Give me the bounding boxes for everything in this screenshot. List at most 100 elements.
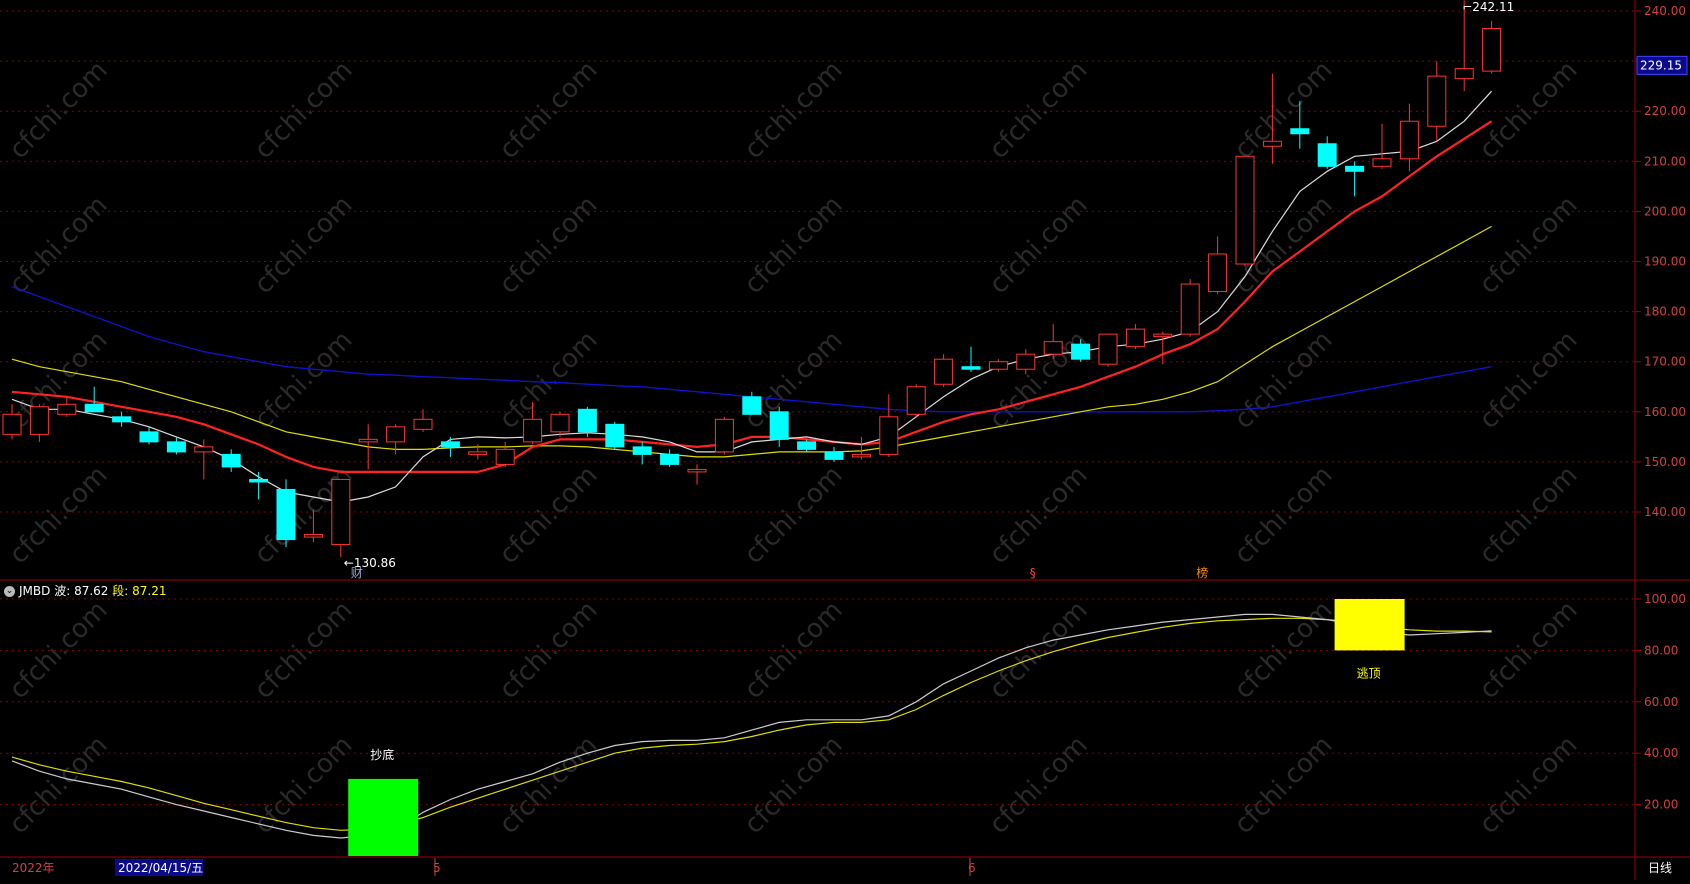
candle-up xyxy=(550,413,570,433)
candle-up xyxy=(358,438,378,443)
month-6-label: 6 xyxy=(968,861,976,875)
watermark-text: cfchi.com xyxy=(984,730,1094,840)
bang-mark: 榜 xyxy=(1196,565,1208,580)
watermark-text: cfchi.com xyxy=(249,325,359,435)
candle-down xyxy=(84,403,104,413)
watermark-text: cfchi.com xyxy=(984,460,1094,570)
candle-down xyxy=(1345,165,1365,172)
candle-up xyxy=(1208,253,1228,293)
segment-value: 87.21 xyxy=(132,584,167,598)
indicator-header: ⌄ JMBD 波: 87.62 段: 87.21 xyxy=(4,582,167,599)
cursor-date-label: 2022/04/15/五 xyxy=(118,861,203,875)
watermark-text: cfchi.com xyxy=(1229,325,1339,435)
price-tick-label: 200.00 xyxy=(1644,204,1686,218)
bottom-signal-block xyxy=(348,778,419,856)
candle-up xyxy=(879,416,899,455)
candle-up xyxy=(1454,68,1474,80)
candle-up xyxy=(1016,353,1036,370)
indicator-name: JMBD xyxy=(19,584,51,598)
stock-chart-window: cfchi.com cfchi.com cfchi.com cfchi.com cfch… xyxy=(0,0,1690,880)
watermark-text: cfchi.com xyxy=(4,460,114,570)
chart-canvas[interactable]: cfchi.com cfchi.com cfchi.com cfchi.com cfch… xyxy=(0,0,1690,880)
candle-down xyxy=(797,441,817,450)
watermark-text: cfchi.com xyxy=(984,55,1094,165)
candle-down xyxy=(276,488,296,541)
indicator-tick-label: 40.00 xyxy=(1644,746,1678,760)
watermark-text: cfchi.com xyxy=(4,55,114,165)
candle-down xyxy=(1071,343,1091,360)
top-signal-block xyxy=(1334,599,1405,651)
indicator-tick-label: 20.00 xyxy=(1644,798,1678,812)
candle-up xyxy=(1482,28,1502,72)
price-tick-label: 180.00 xyxy=(1644,305,1686,319)
watermark-text: cfchi.com xyxy=(739,325,849,435)
dollar-mark: § xyxy=(1030,566,1036,580)
candle-up xyxy=(1399,120,1419,160)
candle-up xyxy=(386,426,406,443)
candle-up xyxy=(523,418,543,443)
candle-up xyxy=(1372,158,1392,167)
candle-up xyxy=(1098,333,1118,365)
watermark-text: cfchi.com xyxy=(249,190,359,300)
watermark-text: cfchi.com xyxy=(1474,730,1584,840)
candle-up xyxy=(1153,333,1173,338)
period-label: 日线 xyxy=(1648,861,1672,875)
watermark-text: cfchi.com xyxy=(1474,325,1584,435)
price-tick-label: 220.00 xyxy=(1644,104,1686,118)
candle-down xyxy=(769,411,789,440)
candle-up xyxy=(1262,140,1282,147)
candle-down xyxy=(166,441,186,453)
caifu-mark: 财 xyxy=(351,566,363,580)
watermark-text: cfchi.com xyxy=(1474,190,1584,300)
candle-down xyxy=(605,423,625,448)
candle-up xyxy=(851,453,871,458)
collapse-icon[interactable]: ⌄ xyxy=(4,586,15,597)
candle-down xyxy=(742,396,762,415)
price-tick-label: 210.00 xyxy=(1644,154,1686,168)
watermark-text: cfchi.com xyxy=(1474,460,1584,570)
candle-up xyxy=(495,448,515,465)
watermark-text: cfchi.com xyxy=(494,190,604,300)
watermark-layer: cfchi.com cfchi.com cfchi.com cfchi.com cfch… xyxy=(4,55,1584,840)
watermark-text: cfchi.com xyxy=(1474,55,1584,165)
candle-up xyxy=(906,386,926,415)
wave-label: 波: xyxy=(54,584,71,598)
candle-down xyxy=(961,366,981,370)
price-tick-label: 240.00 xyxy=(1644,4,1686,18)
candle-down xyxy=(112,416,132,423)
candle-down xyxy=(221,453,241,468)
candle-up xyxy=(1427,75,1447,127)
price-tick-label: 150.00 xyxy=(1644,455,1686,469)
indicator-tick-label: 60.00 xyxy=(1644,695,1678,709)
year-label: 2022年 xyxy=(12,861,55,875)
candle-down xyxy=(249,478,269,483)
candle-up xyxy=(29,406,49,435)
price-tick-label: 170.00 xyxy=(1644,355,1686,369)
candle-up xyxy=(934,358,954,385)
watermark-text: cfchi.com xyxy=(984,325,1094,435)
watermark-text: cfchi.com xyxy=(739,55,849,165)
watermark-text: cfchi.com xyxy=(249,730,359,840)
candle-down xyxy=(1290,128,1310,135)
grid-layer xyxy=(0,10,1635,806)
wave-value: 87.62 xyxy=(74,584,109,598)
watermark-text: cfchi.com xyxy=(494,55,604,165)
candle-down xyxy=(577,408,597,433)
candle-down xyxy=(1317,143,1337,167)
candle-up xyxy=(468,451,488,455)
watermark-text: cfchi.com xyxy=(1229,595,1339,705)
candle-up xyxy=(1043,341,1063,355)
candle-up xyxy=(714,418,734,453)
price-tick-label: 190.00 xyxy=(1644,255,1686,269)
candle-up xyxy=(194,446,214,453)
candle-up xyxy=(2,413,22,435)
candle-up xyxy=(413,418,433,430)
indicator-tick-label: 100.00 xyxy=(1644,592,1686,606)
watermark-text: cfchi.com xyxy=(1229,460,1339,570)
watermark-text: cfchi.com xyxy=(984,190,1094,300)
watermark-text: cfchi.com xyxy=(739,730,849,840)
candle-down xyxy=(632,446,652,455)
candle-up xyxy=(687,468,707,473)
watermark-text: cfchi.com xyxy=(739,460,849,570)
price-tick-label: 160.00 xyxy=(1644,405,1686,419)
